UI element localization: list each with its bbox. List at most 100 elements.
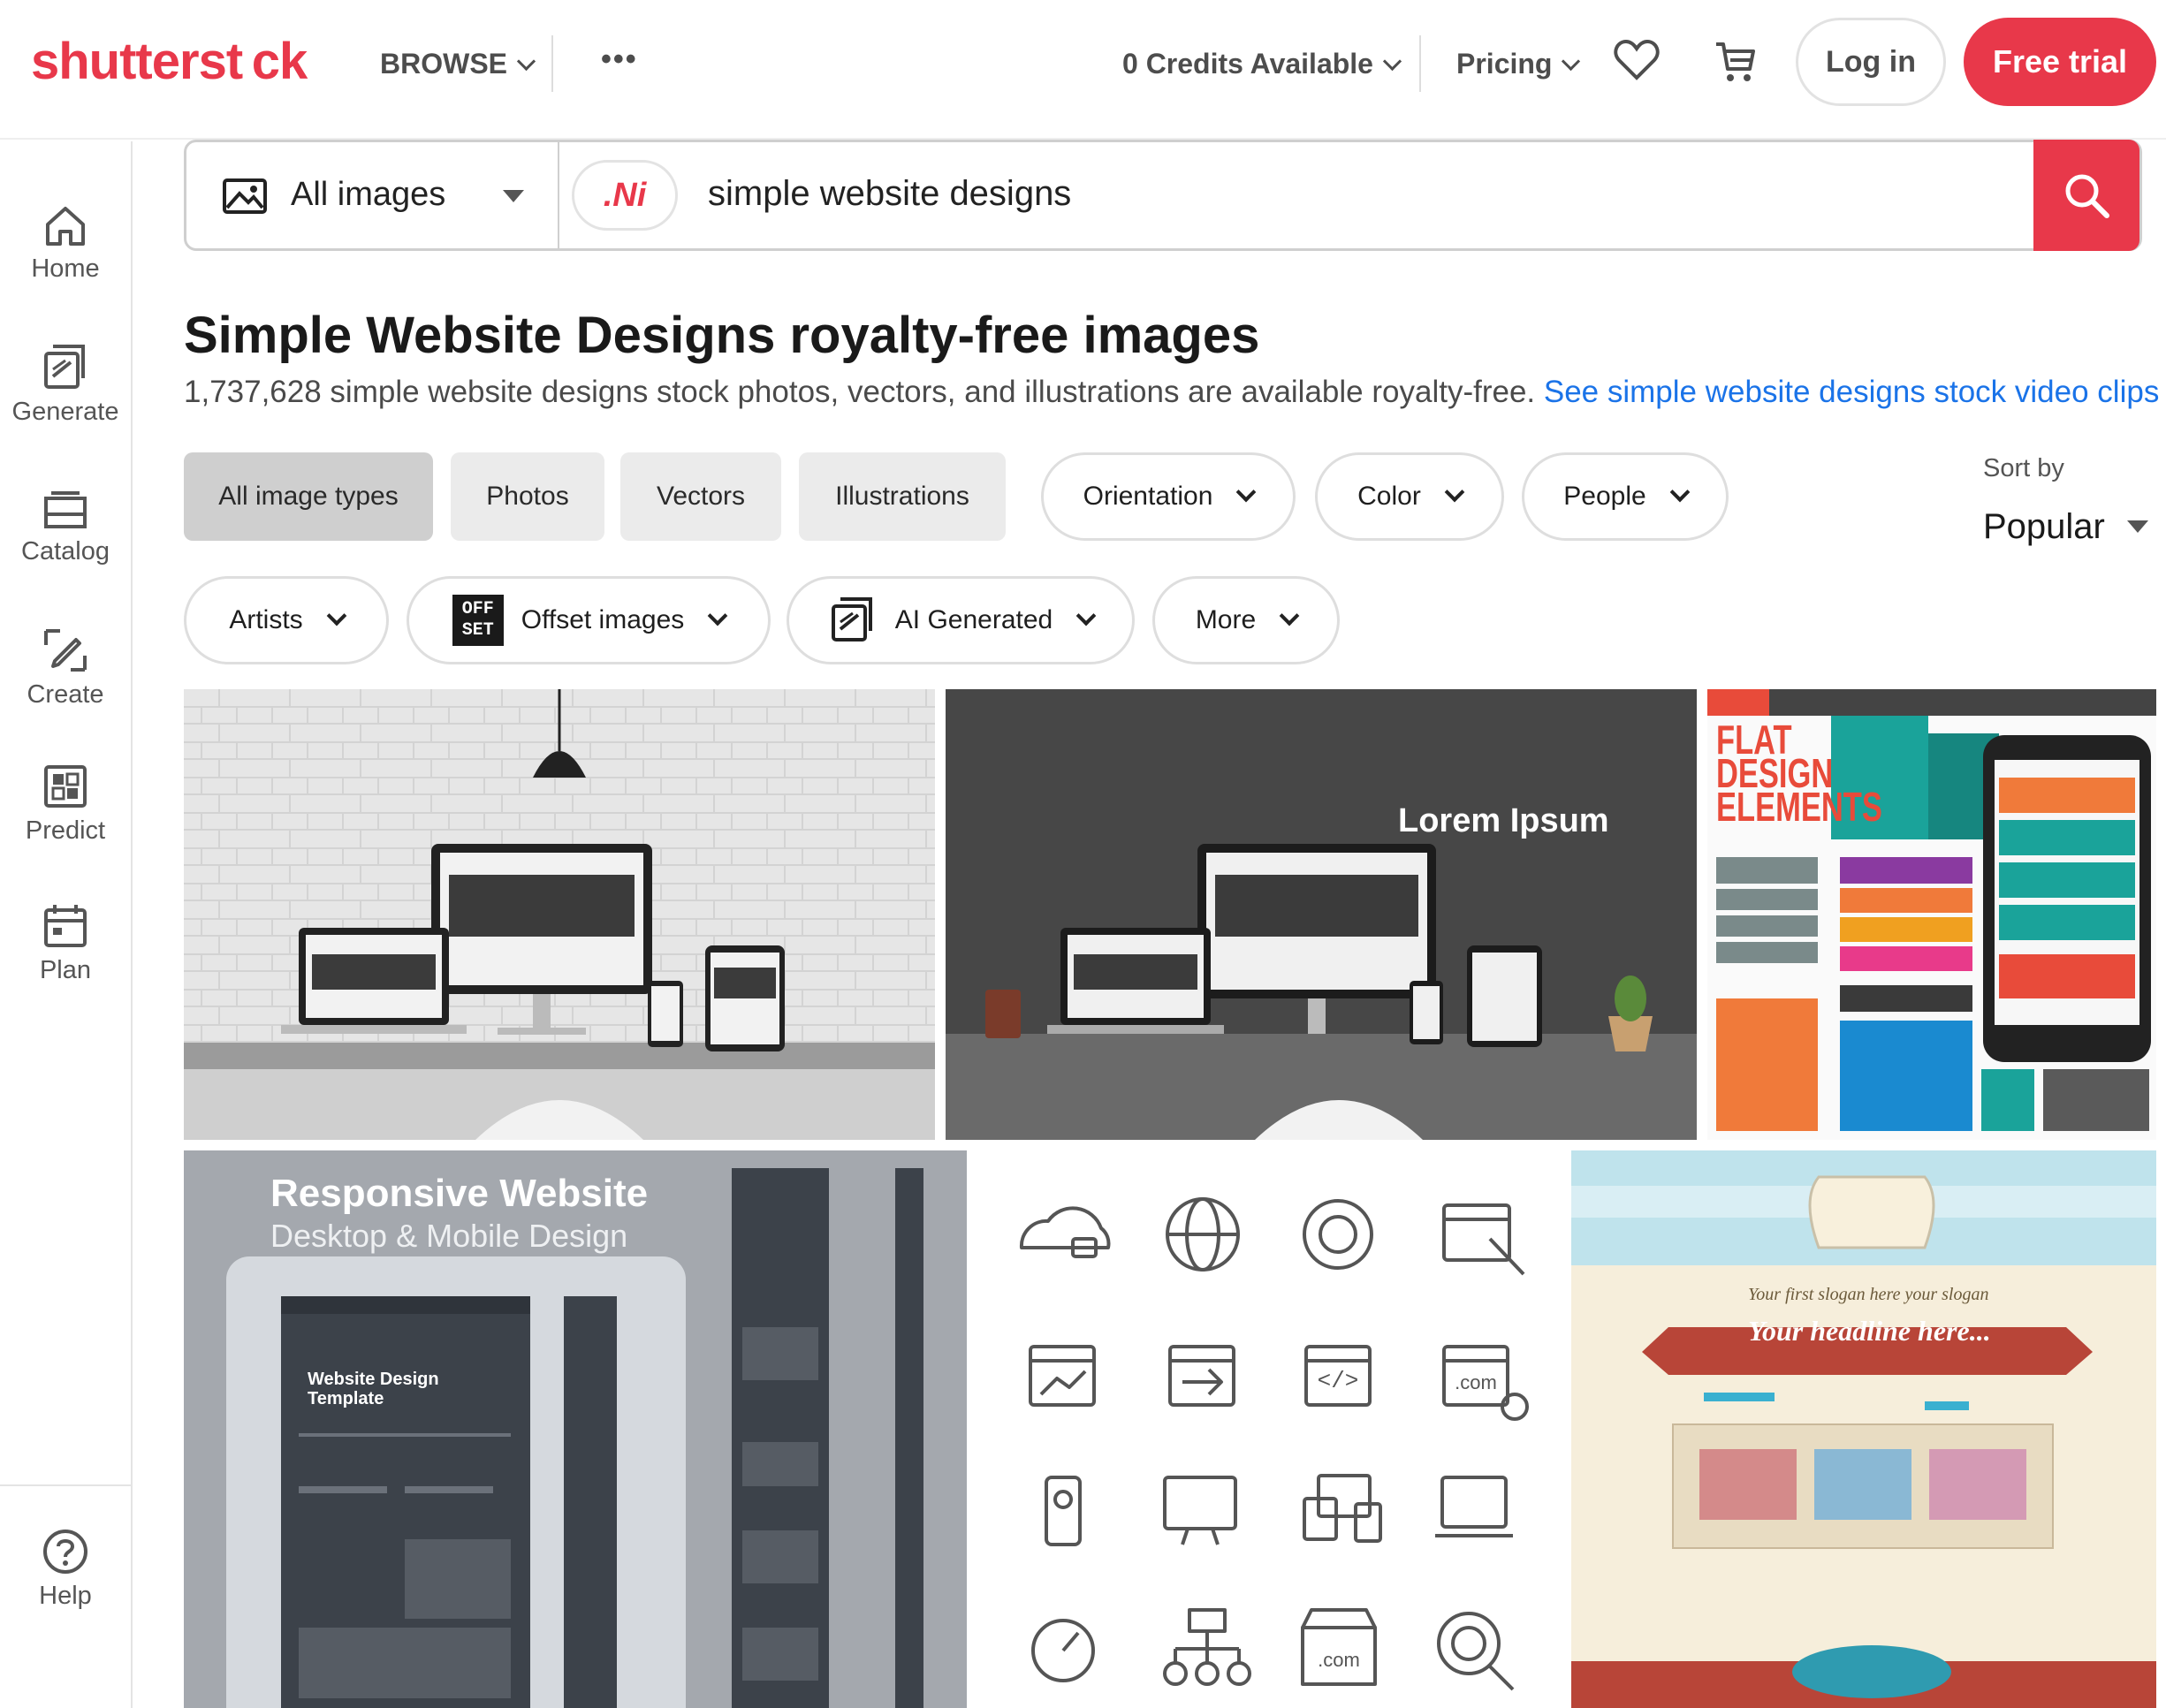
search-input[interactable]: simple website designs	[708, 174, 1071, 214]
chevron-down-icon	[326, 605, 346, 626]
browse-label: BROWSE	[380, 48, 507, 80]
sidebar-item-label: Help	[39, 1582, 92, 1610]
filter-label: Artists	[229, 605, 303, 634]
sidebar-item-plan[interactable]: Plan	[0, 901, 131, 985]
offset-images-filter[interactable]: OFF SET Offset images	[407, 576, 771, 664]
browse-menu[interactable]: BROWSE	[380, 48, 536, 80]
sidebar-item-create[interactable]: Create	[0, 626, 131, 710]
chevron-down-icon	[1236, 482, 1257, 503]
more-filters[interactable]: More	[1152, 576, 1340, 664]
sort-dropdown[interactable]: Popular	[1983, 507, 2148, 547]
retro-website-template-illustration	[1571, 1150, 2156, 1708]
sidebar-divider	[0, 1484, 131, 1486]
slogan-text: Your first slogan here your slogan	[1748, 1285, 1989, 1304]
catalog-icon	[44, 491, 87, 528]
chip-vectors[interactable]: Vectors	[620, 452, 781, 541]
caret-down-icon	[2127, 520, 2148, 533]
search-button[interactable]	[2033, 140, 2139, 251]
chevron-down-icon	[1444, 482, 1465, 503]
chip-photos[interactable]: Photos	[451, 452, 604, 541]
filter-label: Offset images	[521, 605, 685, 634]
sidebar-item-label: Predict	[25, 816, 106, 845]
top-header: shutterst ck BROWSE ••• 0 Credits Availa…	[0, 0, 2166, 124]
image-tile[interactable]	[184, 689, 935, 1140]
image-tile[interactable]: </> .com .com	[977, 1150, 1561, 1708]
sidebar-item-help[interactable]: Help	[0, 1527, 131, 1611]
image-tile[interactable]: Your first slogan here your slogan Your …	[1571, 1150, 2156, 1708]
filter-label: More	[1195, 605, 1257, 634]
filter-label: Color	[1357, 482, 1421, 511]
sidebar-item-label: Plan	[39, 956, 92, 984]
sidebar-item-predict[interactable]: Predict	[0, 762, 131, 846]
image-tile[interactable]: Responsive Website Desktop & Mobile Desi…	[184, 1150, 967, 1708]
chip-all-image-types[interactable]: All image types	[184, 452, 433, 541]
free-trial-button[interactable]: Free trial	[1964, 18, 2156, 106]
image-tile[interactable]: FLAT DESIGN ELEMENTS	[1707, 689, 2156, 1140]
sidebar-item-label: Generate	[11, 398, 119, 426]
search-bar: All images .Ni simple website designs	[184, 140, 2142, 251]
filter-label: AI Generated	[894, 605, 1053, 634]
video-clips-link[interactable]: See simple website designs stock video c…	[1544, 375, 2159, 409]
image-overlay-text: Lorem Ipsum	[1398, 802, 1609, 839]
shutterstock-logo[interactable]: shutterst ck	[31, 32, 308, 91]
left-sidebar: Home Generate Catalog Create Predict Pla…	[0, 141, 133, 1708]
divider	[1419, 35, 1421, 92]
help-icon	[43, 1530, 87, 1574]
result-summary: 1,737,628 simple website designs stock p…	[184, 375, 2159, 410]
chevron-down-icon	[1279, 605, 1300, 626]
sidebar-item-label: Create	[27, 680, 104, 709]
chevron-down-icon	[1382, 51, 1402, 72]
headline-text: Your headline here...	[1748, 1315, 1991, 1347]
caret-down-icon	[503, 190, 524, 202]
chevron-down-icon	[1562, 51, 1581, 72]
flat-design-title: FLAT DESIGN ELEMENTS	[1716, 719, 1882, 827]
result-count-text: 1,737,628 simple website designs stock p…	[184, 375, 1536, 409]
image-icon	[223, 178, 267, 214]
image-type-dropdown[interactable]: All images	[186, 142, 558, 248]
people-filter[interactable]: People	[1522, 452, 1729, 541]
pricing-menu[interactable]: Pricing	[1456, 48, 1581, 80]
devices-on-desk-photo	[184, 689, 935, 1140]
page-title: Simple Website Designs royalty-free imag…	[184, 307, 1260, 364]
image-tile[interactable]: Lorem Ipsum	[946, 689, 1697, 1140]
generate-icon	[831, 597, 872, 641]
sidebar-item-label: Catalog	[21, 537, 110, 566]
home-icon	[46, 207, 85, 246]
predict-icon	[44, 765, 87, 808]
sidebar-item-label: Home	[31, 254, 100, 283]
svg-text:</>: </>	[1318, 1368, 1359, 1394]
sort-label: Sort by	[1983, 454, 2064, 482]
sidebar-item-generate[interactable]: Generate	[0, 343, 131, 427]
plan-icon	[44, 905, 87, 947]
svg-text:.com: .com	[1455, 1371, 1497, 1393]
offset-logo: OFF SET	[452, 595, 504, 646]
cart-icon[interactable]	[1713, 39, 1759, 85]
svg-text:.com: .com	[1318, 1649, 1360, 1671]
credits-menu[interactable]: 0 Credits Available	[1122, 48, 1402, 80]
heart-icon[interactable]	[1614, 39, 1660, 81]
create-icon	[44, 629, 87, 672]
ai-search-toggle[interactable]: .Ni	[572, 160, 678, 231]
sort-value: Popular	[1983, 507, 2105, 546]
chevron-down-icon	[1669, 482, 1691, 503]
divider	[551, 35, 553, 92]
color-filter[interactable]: Color	[1315, 452, 1504, 541]
login-button[interactable]: Log in	[1796, 18, 1946, 106]
filter-label: Orientation	[1083, 482, 1213, 511]
chip-illustrations[interactable]: Illustrations	[799, 452, 1006, 541]
ai-generated-filter[interactable]: AI Generated	[787, 576, 1135, 664]
sidebar-item-home[interactable]: Home	[0, 203, 131, 284]
search-divider	[558, 142, 559, 248]
artists-filter[interactable]: Artists	[184, 576, 389, 664]
credits-label: 0 Credits Available	[1122, 48, 1373, 80]
generate-icon	[44, 345, 85, 389]
filter-label: People	[1563, 482, 1646, 511]
chevron-down-icon	[516, 51, 536, 72]
template-label: Website Design Template	[308, 1370, 439, 1408]
sidebar-item-catalog[interactable]: Catalog	[0, 486, 131, 566]
devices-dark-wall-photo	[946, 689, 1697, 1140]
image-type-label: All images	[291, 176, 446, 213]
orientation-filter[interactable]: Orientation	[1041, 452, 1296, 541]
more-menu-button[interactable]: •••	[601, 42, 638, 77]
web-icons-set-illustration: </> .com .com	[1019, 1197, 1529, 1691]
